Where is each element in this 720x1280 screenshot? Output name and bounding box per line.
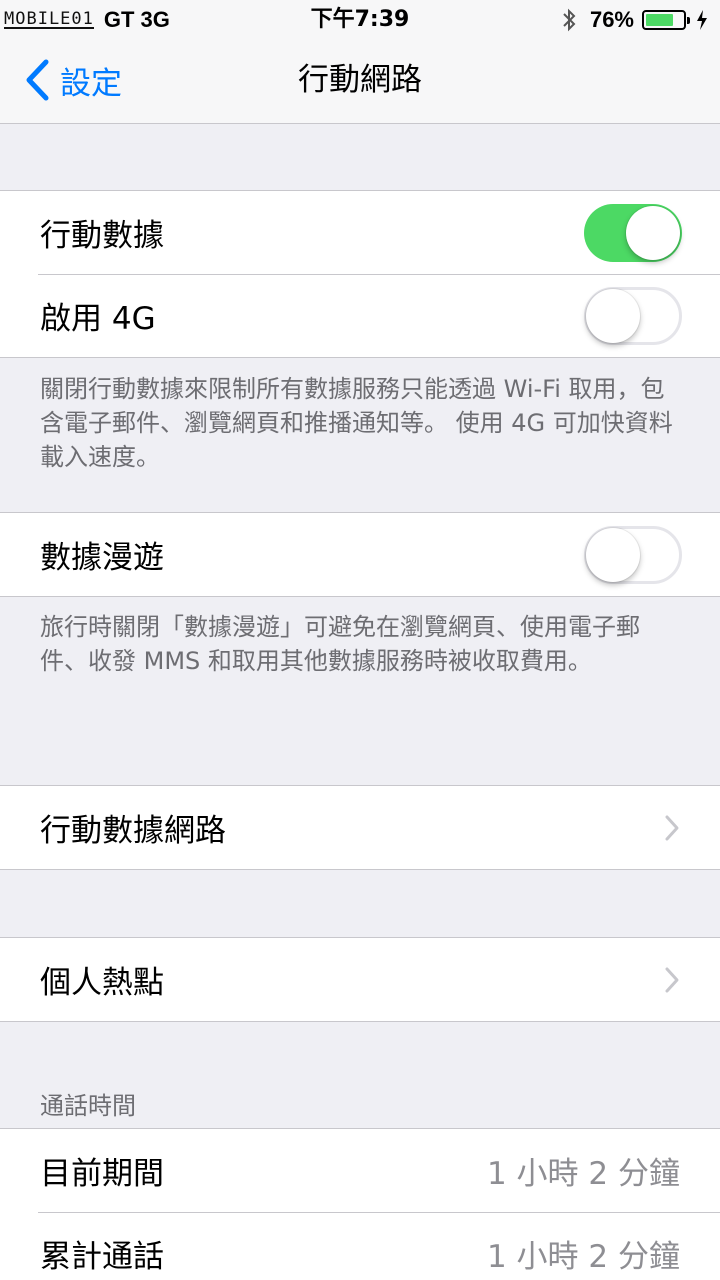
battery-icon <box>642 10 690 30</box>
call-time-header: 通話時間 <box>40 1092 136 1120</box>
page-title: 行動網路 <box>298 62 422 98</box>
call-time-group: 目前期間 1 小時 2 分鐘 累計通話 1 小時 2 分鐘 <box>0 1128 720 1280</box>
chevron-right-icon <box>665 967 679 992</box>
cellular-data-group: 行動數據 啟用 4G <box>0 190 720 358</box>
cellular-data-row: 行動數據 <box>0 191 720 274</box>
cellular-network-group: 行動數據網路 <box>0 785 720 870</box>
current-period-label: 目前期間 <box>40 1156 164 1192</box>
data-roaming-footer: 旅行時關閉「數據漫遊」可避免在瀏覽網頁、使用電子郵件、收發 MMS 和取用其他數… <box>40 613 640 675</box>
hotspot-row[interactable]: 個人熱點 <box>0 938 720 1021</box>
bluetooth-icon <box>563 8 576 32</box>
cellular-network-label: 行動數據網路 <box>40 813 226 849</box>
switch-knob <box>586 528 640 582</box>
data-roaming-row: 數據漫遊 <box>0 513 720 596</box>
lifetime-calls-label: 累計通話 <box>40 1239 164 1275</box>
data-roaming-group: 數據漫遊 <box>0 512 720 597</box>
navigation-bar: 設定 行動網路 <box>0 40 720 124</box>
data-roaming-switch[interactable] <box>584 526 682 584</box>
battery-percent: 76% <box>589 7 634 32</box>
hotspot-group: 個人熱點 <box>0 937 720 1022</box>
hotspot-label: 個人熱點 <box>40 965 164 1001</box>
lifetime-calls-row: 累計通話 1 小時 2 分鐘 <box>0 1212 720 1280</box>
status-right: 76% <box>562 6 708 34</box>
status-bar: MOBILE01 GT 3G 下午7:39 76% <box>0 0 720 40</box>
enable-4g-switch[interactable] <box>584 287 682 345</box>
cellular-data-switch[interactable] <box>584 204 682 262</box>
charging-bolt-icon <box>697 10 707 30</box>
cellular-network-row[interactable]: 行動數據網路 <box>0 786 720 869</box>
current-period-value: 1 小時 2 分鐘 <box>486 1156 680 1192</box>
enable-4g-row: 啟用 4G <box>0 274 720 357</box>
battery-tip <box>687 17 690 24</box>
cellular-data-footer: 關閉行動數據來限制所有數據服務只能透過 Wi-Fi 取用，包含電子郵件、瀏覽網頁… <box>40 375 673 471</box>
switch-knob <box>626 206 680 260</box>
lifetime-calls-value: 1 小時 2 分鐘 <box>486 1239 680 1275</box>
chevron-right-icon <box>665 815 679 840</box>
battery-level-fill <box>646 14 674 26</box>
switch-knob <box>586 289 640 343</box>
current-period-row: 目前期間 1 小時 2 分鐘 <box>0 1129 720 1212</box>
